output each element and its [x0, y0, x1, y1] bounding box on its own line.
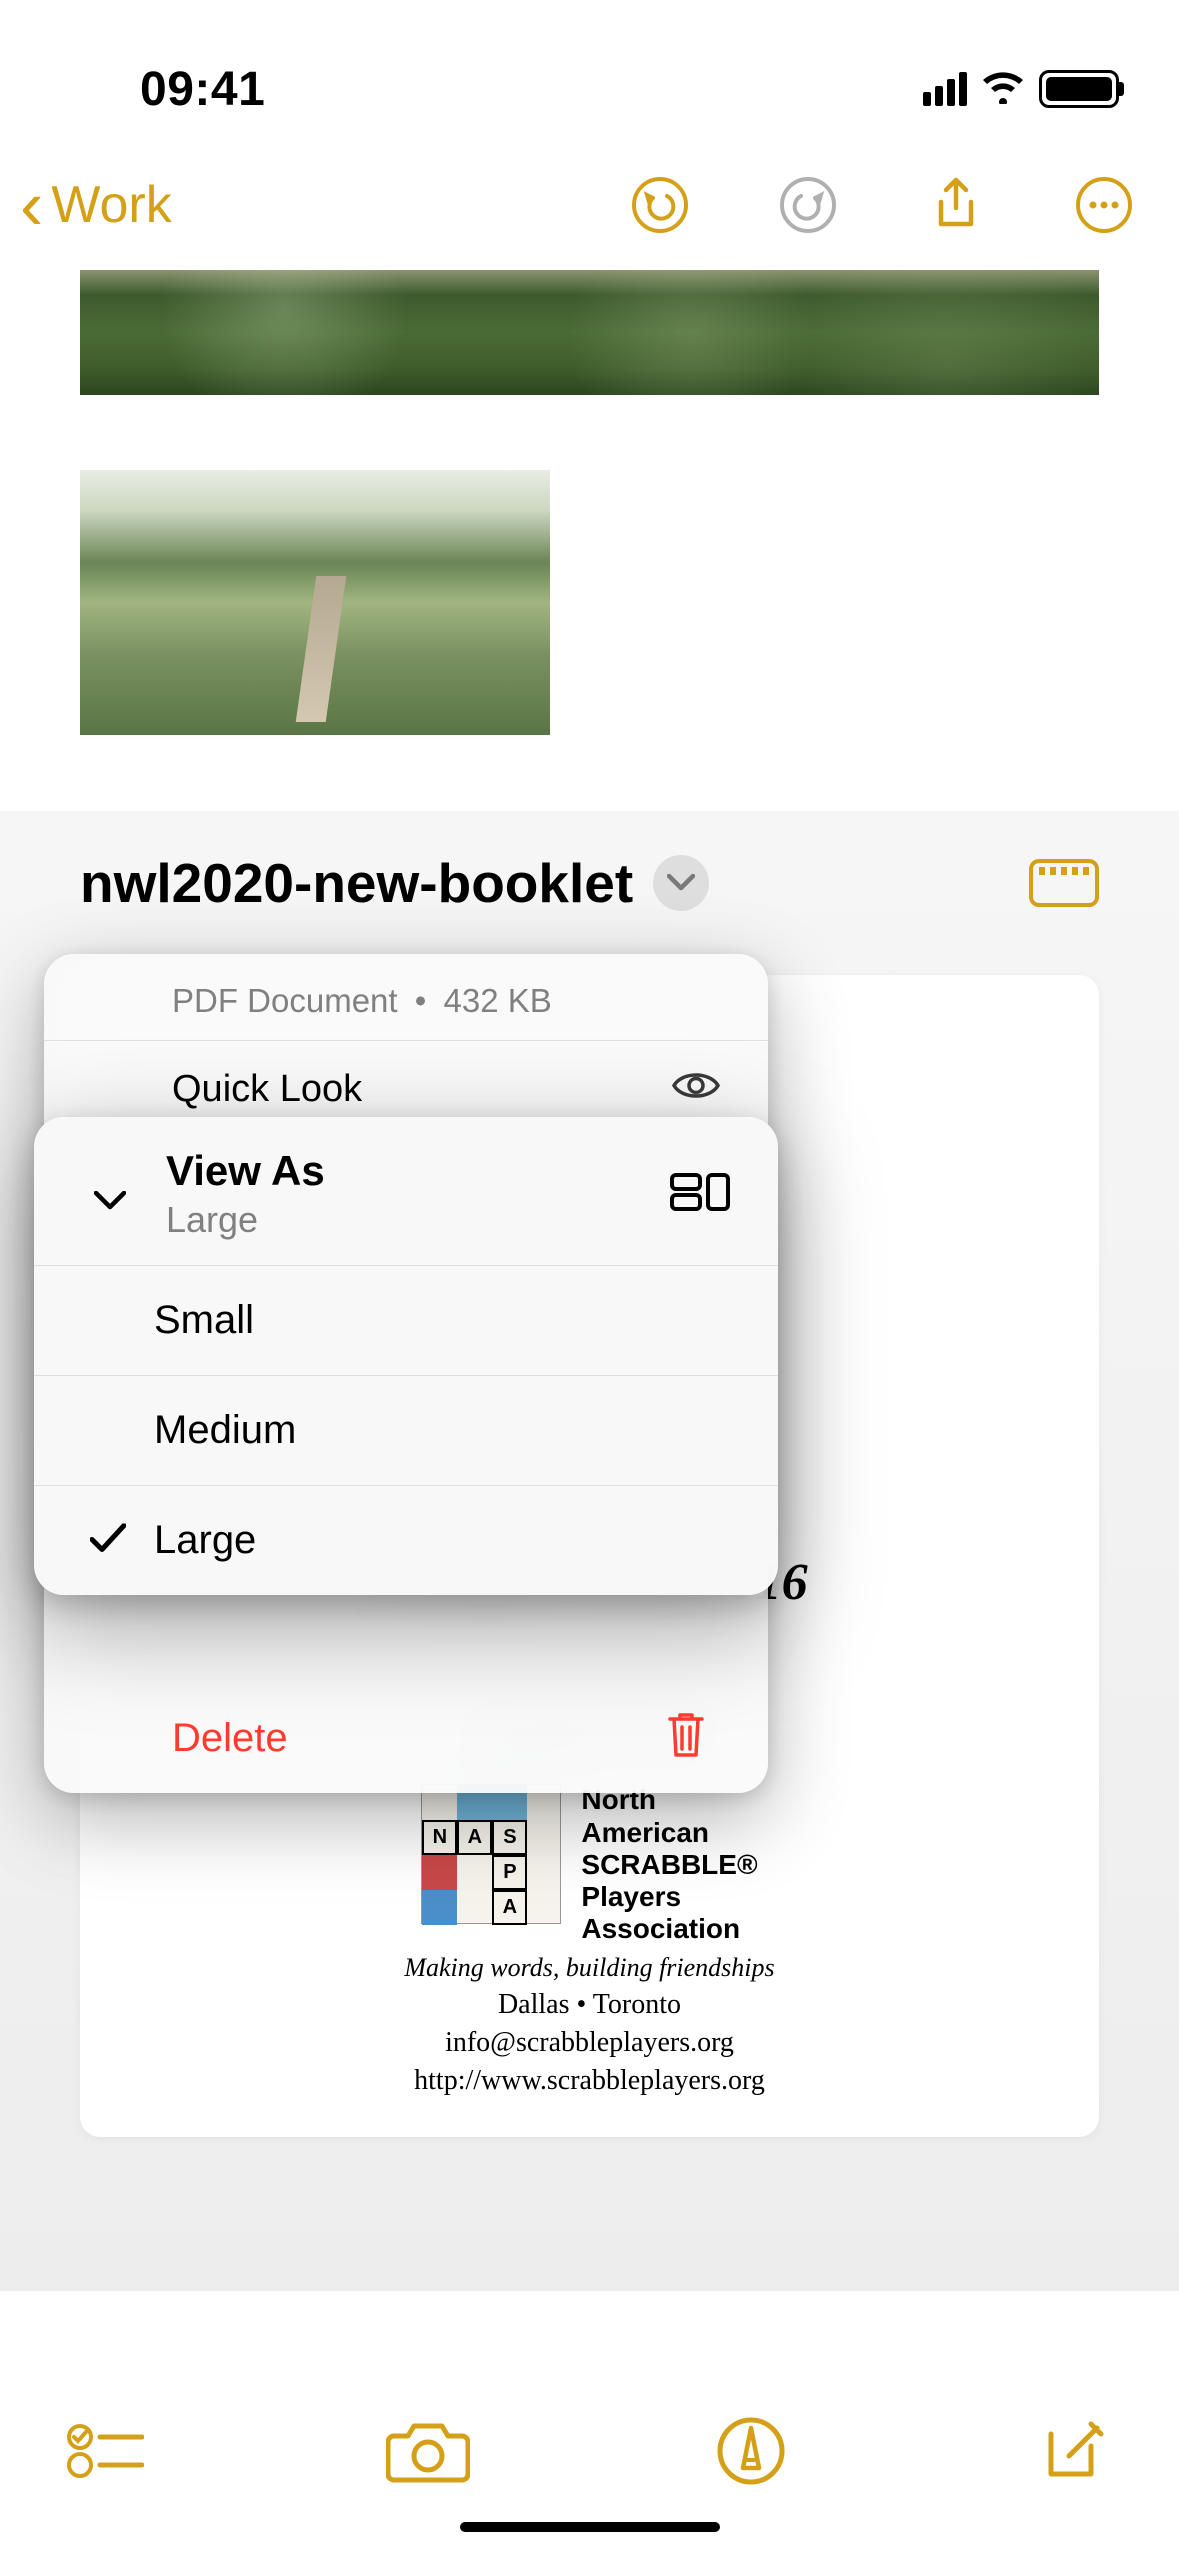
home-indicator[interactable] [460, 2522, 720, 2532]
status-time: 09:41 [140, 62, 265, 117]
note-content [0, 270, 1179, 735]
menu-delete[interactable]: Delete [44, 1684, 768, 1793]
layout-icon [670, 1171, 730, 1218]
naspa-logo-block: N A S P A North American SCRABBLE® Playe… [120, 1784, 1059, 1945]
wifi-icon [981, 70, 1025, 109]
pdf-email: info@scrabbleplayers.org [120, 2027, 1059, 2059]
keyboard-icon[interactable] [1029, 859, 1099, 907]
view-as-option-large[interactable]: Large [34, 1485, 778, 1595]
pdf-cities: Dallas • Toronto [120, 1989, 1059, 2021]
status-bar: 09:41 [0, 0, 1179, 140]
attachment-title: nwl2020-new-booklet [80, 851, 633, 915]
compose-button[interactable] [1029, 2406, 1119, 2496]
chevron-down-icon [94, 1191, 126, 1216]
chevron-left-icon: ‹ [20, 170, 43, 240]
image-attachment-large[interactable] [80, 270, 1099, 395]
view-as-option-small[interactable]: Small [34, 1265, 778, 1375]
naspa-grid-icon: N A S P A [421, 1784, 561, 1924]
trash-icon [664, 1709, 708, 1769]
redo-button[interactable] [773, 170, 843, 240]
back-button[interactable]: ‹ Work [20, 170, 172, 240]
cellular-signal-icon [923, 72, 967, 106]
share-button[interactable] [921, 170, 991, 240]
attachment-header: nwl2020-new-booklet [80, 851, 1099, 915]
view-as-header[interactable]: View As Large [34, 1117, 778, 1265]
pdf-url: http://www.scrabbleplayers.org [120, 2065, 1059, 2097]
view-as-option-medium[interactable]: Medium [34, 1375, 778, 1485]
more-button[interactable] [1069, 170, 1139, 240]
battery-icon [1039, 70, 1119, 108]
back-label: Work [51, 175, 171, 235]
markup-button[interactable] [706, 2406, 796, 2496]
view-as-submenu: View As Large Small Medium Large [34, 1117, 778, 1595]
view-as-current: Large [166, 1199, 670, 1241]
status-icons [923, 70, 1119, 109]
image-attachment-small[interactable] [80, 470, 550, 735]
nav-bar: ‹ Work [0, 140, 1179, 270]
camera-button[interactable] [383, 2406, 473, 2496]
menu-doc-info: PDF Document • 432 KB [44, 954, 768, 1040]
undo-button[interactable] [625, 170, 695, 240]
naspa-text: North American SCRABBLE® Players Associa… [581, 1784, 757, 1945]
checklist-button[interactable] [60, 2406, 150, 2496]
attachment-dropdown-toggle[interactable] [653, 855, 709, 911]
checkmark-icon [90, 1518, 126, 1563]
eye-icon [672, 1068, 720, 1111]
view-as-title: View As [166, 1147, 670, 1195]
pdf-tagline: Making words, building friendships [120, 1953, 1059, 1983]
